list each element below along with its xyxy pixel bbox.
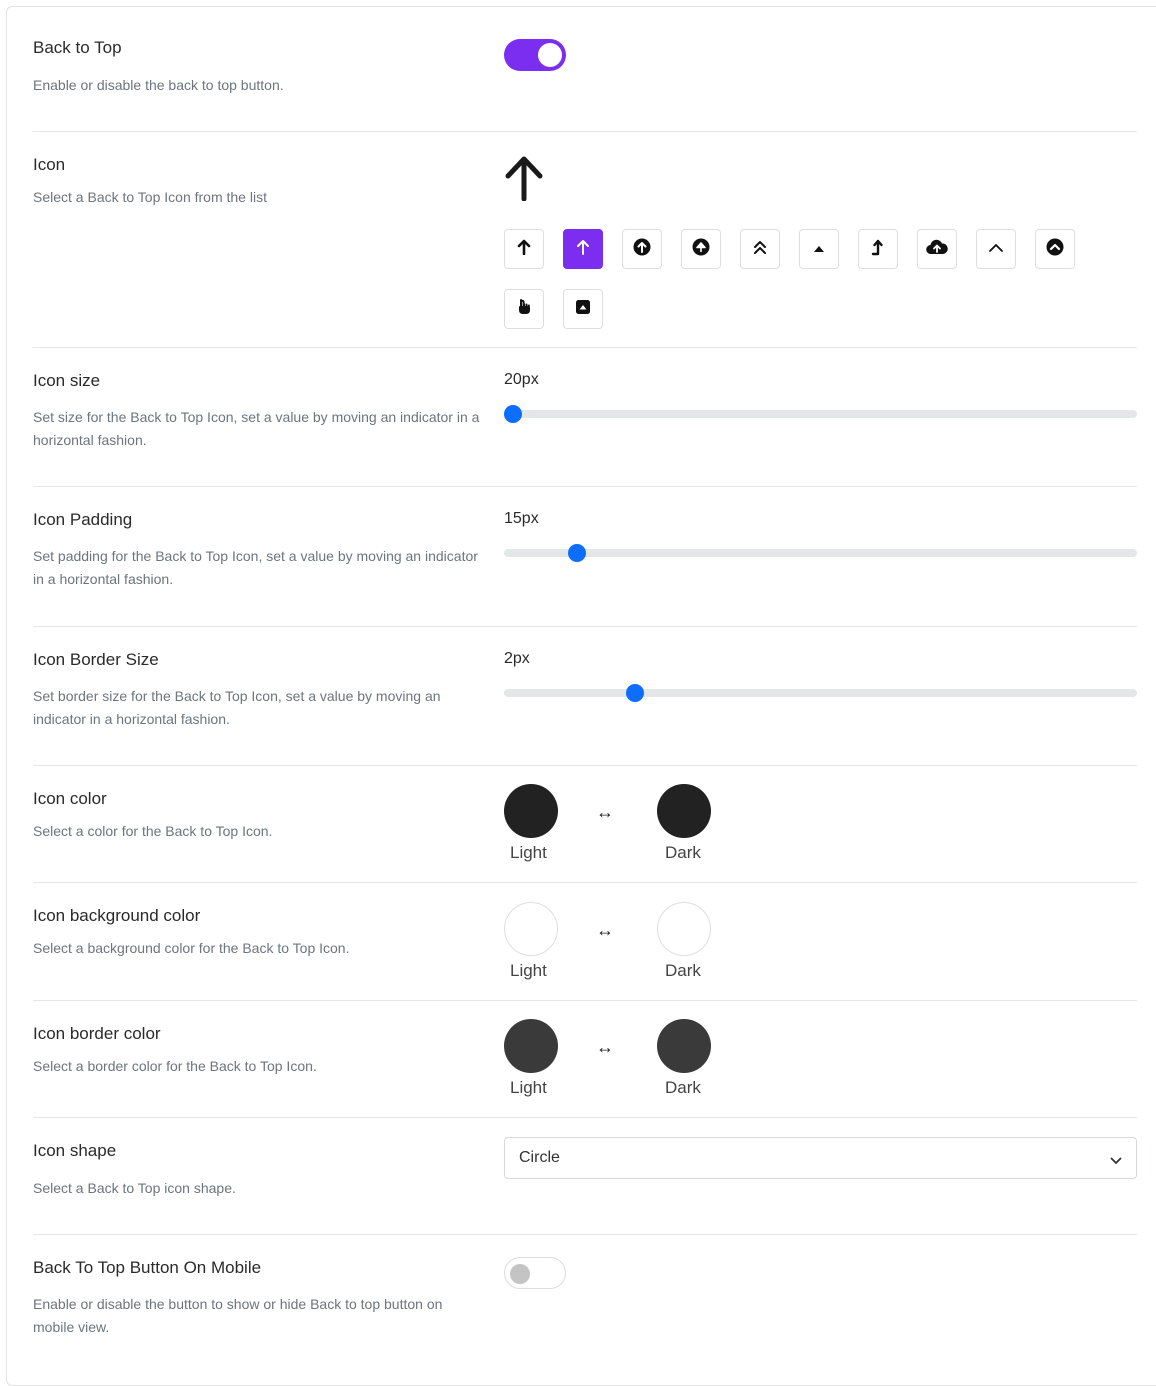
icon-shape-selected: Circle (519, 1149, 560, 1166)
icon-border-color-light-label: Light (510, 1078, 547, 1097)
icon-border-size-label: Icon Border Size (33, 650, 159, 669)
icon-border-color-light-swatch[interactable] (504, 1019, 558, 1073)
icon-bg-color-dark-swatch[interactable] (657, 902, 711, 956)
chevron-circle-up-icon (1046, 238, 1064, 261)
icon-padding-track[interactable] (504, 544, 1137, 562)
slider-thumb[interactable] (503, 405, 522, 423)
toggle-knob (538, 43, 562, 67)
icon-padding-label: Icon Padding (33, 510, 133, 529)
icon-size-track[interactable] (503, 405, 1137, 423)
toggle-knob (510, 1264, 530, 1284)
icon-shape-label: Icon shape (33, 1141, 117, 1160)
setting-icon-shape: Icon shape Select a Back to Top icon sha… (33, 1117, 1137, 1235)
icon-bg-color-light-swatch[interactable] (504, 902, 558, 956)
icon-size-label: Icon size (33, 371, 101, 390)
icon-color-dark-swatch[interactable] (657, 784, 711, 838)
setting-icon: Icon Select a Back to Top Icon from the … (33, 131, 1137, 348)
icon-option-caret-up[interactable] (799, 229, 839, 269)
setting-icon-border-size: Icon Border Size Set border size for the… (33, 626, 1137, 766)
mobile-description: Enable or disable the button to show or … (33, 1296, 443, 1335)
icon-size-value: 20px (504, 371, 539, 388)
icon-option-level-up[interactable] (858, 229, 898, 269)
icon-border-color-label: Icon border color (33, 1024, 161, 1043)
icon-option-caret-square-up[interactable] (563, 289, 603, 329)
mobile-toggle[interactable] (504, 1257, 566, 1289)
icon-option-double-chevron-up[interactable] (740, 229, 780, 269)
setting-back-to-top: Back to Top Enable or disable the back t… (33, 36, 1137, 132)
back-to-top-toggle[interactable] (504, 39, 566, 71)
icon-padding-value: 15px (504, 510, 539, 527)
setting-icon-size: Icon size Set size for the Back to Top I… (33, 347, 1137, 487)
arrow-up-icon (503, 153, 545, 206)
icon-bg-color-light-label: Light (510, 961, 547, 980)
arrow-circle-up-icon (633, 238, 651, 261)
setting-icon-bg-color: Icon background color Select a backgroun… (33, 882, 1137, 1001)
icon-option-arrow-up-bold[interactable] (504, 229, 544, 269)
swap-icon[interactable]: ↔ (596, 802, 614, 823)
icon-color-light-swatch[interactable] (504, 784, 558, 838)
setting-icon-padding: Icon Padding Set padding for the Back to… (33, 486, 1137, 627)
icon-option-chevron-up[interactable] (976, 229, 1016, 269)
icon-bg-color-description: Select a background color for the Back t… (33, 940, 350, 956)
slider-thumb[interactable] (626, 684, 645, 702)
setting-icon-border-color: Icon border color Select a border color … (33, 1000, 1137, 1118)
icon-border-size-value: 2px (504, 650, 530, 667)
arrow-up-bold-icon (517, 239, 531, 260)
icon-shape-description: Select a Back to Top icon shape. (33, 1180, 236, 1196)
double-chevron-up-icon (753, 239, 767, 260)
icon-option-chevron-circle-up[interactable] (1035, 229, 1075, 269)
icon-description: Select a Back to Top Icon from the list (33, 189, 267, 205)
icon-border-size-track[interactable] (504, 684, 1137, 702)
icon-option-arrow-up[interactable] (563, 229, 603, 269)
level-up-icon (871, 238, 885, 261)
arrow-circle-up-alt-icon (692, 238, 710, 261)
mobile-label: Back To Top Button On Mobile (33, 1258, 262, 1277)
cloud-upload-icon (926, 239, 948, 260)
icon-border-color-description: Select a border color for the Back to To… (33, 1058, 317, 1074)
icon-color-light-label: Light (510, 843, 547, 862)
icon-border-size-description: Set border size for the Back to Top Icon… (33, 688, 441, 727)
slider-thumb[interactable] (567, 544, 586, 562)
swap-icon[interactable]: ↔ (596, 920, 614, 941)
caret-up-icon (813, 240, 825, 258)
setting-back-to-top-mobile: Back To Top Button On Mobile Enable or d… (33, 1234, 1137, 1364)
icon-option-arrow-circle-up-alt[interactable] (681, 229, 721, 269)
icon-color-label: Icon color (33, 789, 107, 808)
icon-bg-color-label: Icon background color (33, 906, 201, 925)
icon-bg-color-dark-label: Dark (665, 961, 701, 980)
caret-square-up-icon (575, 299, 591, 320)
chevron-down-icon (1110, 1152, 1122, 1170)
icon-shape-select[interactable]: Circle (504, 1137, 1137, 1179)
icon-border-color-dark-swatch[interactable] (657, 1019, 711, 1073)
icon-padding-description: Set padding for the Back to Top Icon, se… (33, 548, 478, 587)
chevron-up-icon (988, 240, 1004, 258)
back-to-top-label: Back to Top (33, 38, 122, 57)
swap-icon[interactable]: ↔ (596, 1037, 614, 1058)
icon-border-color-dark-label: Dark (665, 1078, 701, 1097)
back-to-top-description: Enable or disable the back to top button… (33, 77, 284, 93)
icon-label: Icon (33, 155, 66, 174)
icon-option-arrow-circle-up[interactable] (622, 229, 662, 269)
icon-color-description: Select a color for the Back to Top Icon. (33, 823, 273, 839)
icon-size-description: Set size for the Back to Top Icon, set a… (33, 409, 480, 448)
arrow-up-icon (576, 239, 590, 260)
hand-pointer-up-icon (516, 298, 532, 321)
setting-icon-color: Icon color Select a color for the Back t… (33, 765, 1137, 883)
icon-option-cloud-upload[interactable] (917, 229, 957, 269)
icon-option-hand-pointer-up[interactable] (504, 289, 544, 329)
icon-color-dark-label: Dark (665, 843, 701, 862)
